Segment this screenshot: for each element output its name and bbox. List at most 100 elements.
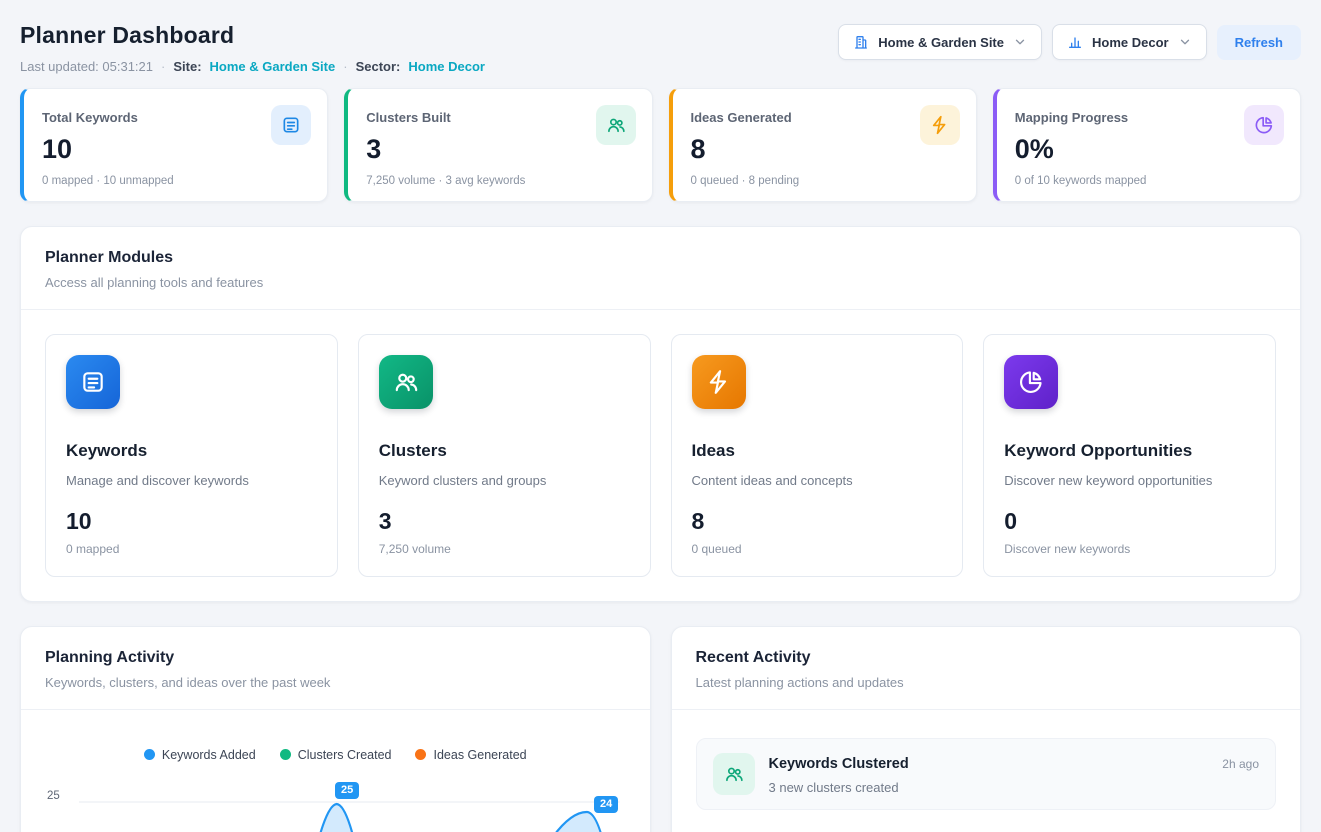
y-axis-tick-label: 25 (47, 790, 60, 802)
module-title: Keywords (66, 441, 317, 461)
module-card-keywords[interactable]: Keywords Manage and discover keywords 10… (45, 334, 338, 577)
stat-detail: 0 queued · 8 pending (691, 175, 958, 187)
header-controls: Home & Garden Site Home Decor Refresh (838, 16, 1301, 60)
separator-dot: · (161, 59, 165, 74)
module-value: 10 (66, 490, 317, 535)
separator-dot: · (343, 59, 347, 74)
module-value: 0 (1004, 490, 1255, 535)
site-selector-label: Home & Garden Site (878, 35, 1004, 50)
planner-modules-header: Planner Modules Access all planning tool… (21, 227, 1300, 309)
module-sub: Discover new keywords (1004, 542, 1255, 556)
module-title: Clusters (379, 441, 630, 461)
pie-chart-icon (1004, 355, 1058, 409)
planning-activity-header: Planning Activity Keywords, clusters, an… (21, 627, 650, 709)
legend-dot-green (280, 749, 291, 760)
modules-grid: Keywords Manage and discover keywords 10… (21, 310, 1300, 601)
module-value: 8 (692, 490, 943, 535)
bar-chart-icon (1067, 34, 1083, 50)
users-icon (596, 105, 636, 145)
module-description: Discover new keyword opportunities (1004, 472, 1255, 490)
card-subtitle: Keywords, clusters, and ideas over the p… (45, 675, 626, 690)
chevron-down-icon (1013, 35, 1027, 49)
sector-selector-label: Home Decor (1092, 35, 1169, 50)
module-value: 3 (379, 490, 630, 535)
header-meta: Last updated: 05:31:21 · Site: Home & Ga… (20, 59, 485, 74)
building-icon (853, 34, 869, 50)
card-subtitle: Latest planning actions and updates (696, 675, 1277, 690)
stat-value: 3 (366, 134, 633, 165)
legend-label: Clusters Created (298, 748, 392, 762)
module-description: Content ideas and concepts (692, 472, 943, 490)
stat-detail: 0 of 10 keywords mapped (1015, 175, 1282, 187)
stat-card-mapping-progress: Mapping Progress 0% 0 of 10 keywords map… (993, 88, 1301, 202)
activity-item-keywords-clustered[interactable]: Keywords Clustered 3 new clusters create… (696, 738, 1277, 810)
module-title: Keyword Opportunities (1004, 441, 1255, 461)
planning-activity-card: Planning Activity Keywords, clusters, an… (20, 626, 651, 832)
legend-item-keywords-added[interactable]: Keywords Added (144, 748, 256, 762)
document-icon (271, 105, 311, 145)
stat-value: 0% (1015, 134, 1282, 165)
legend-label: Ideas Generated (433, 748, 526, 762)
stat-label: Total Keywords (42, 106, 309, 125)
module-description: Manage and discover keywords (66, 472, 317, 490)
bottom-row: Planning Activity Keywords, clusters, an… (20, 626, 1301, 832)
card-title: Planning Activity (45, 649, 626, 667)
document-icon (66, 355, 120, 409)
stat-label: Mapping Progress (1015, 106, 1282, 125)
stat-card-ideas-generated: Ideas Generated 8 0 queued · 8 pending (669, 88, 977, 202)
planner-modules-panel: Planner Modules Access all planning tool… (20, 226, 1301, 602)
stat-value: 8 (691, 134, 958, 165)
pie-chart-icon (1244, 105, 1284, 145)
module-sub: 7,250 volume (379, 542, 630, 556)
planning-activity-chart: Keywords Added Clusters Created Ideas Ge… (21, 710, 650, 832)
module-card-clusters[interactable]: Clusters Keyword clusters and groups 3 7… (358, 334, 651, 577)
activity-description: 3 new clusters created (769, 780, 1209, 795)
site-selector-button[interactable]: Home & Garden Site (838, 24, 1042, 60)
chart-plot-area: 25 25 24 (45, 776, 626, 832)
refresh-button[interactable]: Refresh (1217, 25, 1301, 60)
module-card-ideas[interactable]: Ideas Content ideas and concepts 8 0 que… (671, 334, 964, 577)
page-title: Planner Dashboard (20, 16, 485, 49)
last-updated-text: Last updated: 05:31:21 (20, 59, 153, 74)
stat-detail: 7,250 volume · 3 avg keywords (366, 175, 633, 187)
stat-card-clusters-built: Clusters Built 3 7,250 volume · 3 avg ke… (344, 88, 652, 202)
module-sub: 0 mapped (66, 542, 317, 556)
users-icon (713, 753, 755, 795)
sector-label: Sector: (356, 59, 401, 74)
module-card-keyword-opportunities[interactable]: Keyword Opportunities Discover new keywo… (983, 334, 1276, 577)
stats-row: Total Keywords 10 0 mapped · 10 unmapped… (20, 88, 1301, 202)
recent-activity-header: Recent Activity Latest planning actions … (672, 627, 1301, 709)
planner-dashboard-page: Planner Dashboard Last updated: 05:31:21… (0, 0, 1321, 832)
recent-activity-card: Recent Activity Latest planning actions … (671, 626, 1302, 832)
sector-selector-button[interactable]: Home Decor (1052, 24, 1207, 60)
stat-label: Clusters Built (366, 106, 633, 125)
header-left: Planner Dashboard Last updated: 05:31:21… (20, 16, 485, 74)
activity-timestamp: 2h ago (1222, 753, 1259, 795)
stat-value: 10 (42, 134, 309, 165)
lightning-icon (692, 355, 746, 409)
data-point-badge: 24 (594, 796, 618, 813)
legend-item-ideas-generated[interactable]: Ideas Generated (415, 748, 526, 762)
stat-label: Ideas Generated (691, 106, 958, 125)
sector-link[interactable]: Home Decor (408, 59, 485, 74)
card-title: Recent Activity (696, 649, 1277, 667)
section-title: Planner Modules (45, 249, 1276, 267)
activity-title: Keywords Clustered (769, 756, 1209, 772)
page-header: Planner Dashboard Last updated: 05:31:21… (20, 16, 1301, 74)
data-point-badge: 25 (335, 782, 359, 799)
section-subtitle: Access all planning tools and features (45, 275, 1276, 290)
recent-activity-list: Keywords Clustered 3 new clusters create… (672, 710, 1301, 832)
legend-dot-blue (144, 749, 155, 760)
legend-label: Keywords Added (162, 748, 256, 762)
users-icon (379, 355, 433, 409)
module-sub: 0 queued (692, 542, 943, 556)
chevron-down-icon (1178, 35, 1192, 49)
site-label: Site: (173, 59, 201, 74)
legend-dot-orange (415, 749, 426, 760)
site-link[interactable]: Home & Garden Site (210, 59, 336, 74)
stat-detail: 0 mapped · 10 unmapped (42, 175, 309, 187)
module-description: Keyword clusters and groups (379, 472, 630, 490)
legend-item-clusters-created[interactable]: Clusters Created (280, 748, 392, 762)
activity-item-body: Keywords Clustered 3 new clusters create… (769, 753, 1209, 795)
module-title: Ideas (692, 441, 943, 461)
